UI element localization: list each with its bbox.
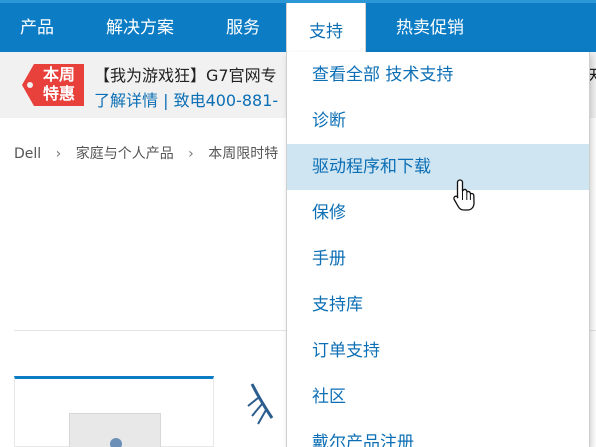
- promo-title[interactable]: 【我为游戏狂】G7官网专: [94, 62, 277, 86]
- menu-item-drivers-downloads[interactable]: 驱动程序和下载: [287, 144, 589, 190]
- menu-item-manuals[interactable]: 手册: [287, 236, 589, 282]
- breadcrumb: Dell › 家庭与个人产品 › 本周限时特: [14, 143, 278, 163]
- promo-tag[interactable]: 本周特惠: [22, 62, 84, 108]
- menu-item-product-registration[interactable]: 戴尔产品注册: [287, 420, 589, 447]
- menu-item-warranty[interactable]: 保修: [287, 190, 589, 236]
- nav-item-support[interactable]: 支持: [286, 3, 366, 52]
- breadcrumb-item-current: 本周限时特: [208, 146, 279, 162]
- menu-item-order-support[interactable]: 订单支持: [287, 328, 589, 374]
- product-card[interactable]: [228, 376, 288, 447]
- promo-tag-label: 本周特惠: [42, 65, 75, 103]
- promo-details-link[interactable]: 了解详情 | 致电400-881-: [94, 87, 278, 111]
- product-image: [247, 383, 274, 425]
- nav-item-solutions[interactable]: 解决方案: [106, 0, 174, 52]
- breadcrumb-item-dell[interactable]: Dell: [14, 146, 41, 162]
- chevron-right-icon: ›: [188, 146, 194, 162]
- nav-item-services[interactable]: 服务: [226, 0, 260, 52]
- support-dropdown-menu: 查看全部 技术支持 诊断 驱动程序和下载 保修 手册 支持库 订单支持 社区 戴…: [286, 52, 590, 447]
- nav-item-promotions[interactable]: 热卖促销: [396, 0, 464, 52]
- menu-item-diagnostics[interactable]: 诊断: [287, 98, 589, 144]
- product-card[interactable]: [14, 376, 214, 447]
- chevron-right-icon: ›: [55, 146, 62, 162]
- menu-item-community[interactable]: 社区: [287, 374, 589, 420]
- nav-item-products[interactable]: 产品: [20, 0, 54, 52]
- top-nav: 产品 解决方案 服务 支持 热卖促销: [0, 0, 596, 52]
- dell-logo-icon: [110, 438, 122, 447]
- menu-item-support-library[interactable]: 支持库: [287, 282, 589, 328]
- menu-item-all-support[interactable]: 查看全部 技术支持: [287, 52, 589, 98]
- product-image: [69, 413, 161, 447]
- breadcrumb-item-home[interactable]: 家庭与个人产品: [76, 143, 174, 163]
- hand-pointer-icon: [453, 179, 475, 211]
